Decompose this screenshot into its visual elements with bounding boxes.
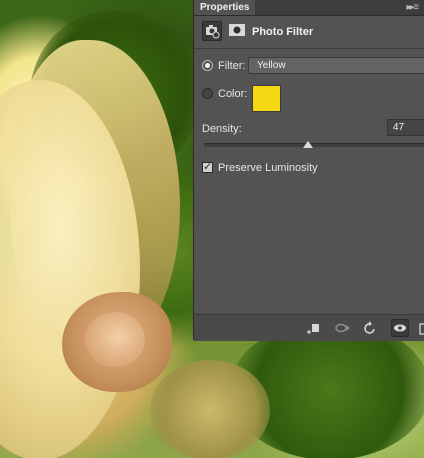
density-input[interactable]: 47 [387,119,424,136]
filter-label: Filter: [218,60,246,72]
density-label: Density: [202,123,242,135]
density-value: 47 [393,122,405,133]
filter-radio[interactable] [202,60,213,71]
color-swatch[interactable] [252,85,281,112]
properties-panel: Properties ▸▸ ≡ Photo Filter Filter: Yel… [193,0,424,341]
delete-icon[interactable] [416,319,424,337]
color-label: Color: [218,88,248,100]
foliage [150,360,270,458]
layer-mask-icon[interactable] [228,21,248,41]
panel-tab-bar: Properties ▸▸ ≡ [194,0,424,16]
panel-footer [194,314,424,341]
density-slider-thumb[interactable] [302,141,313,148]
density-slider-track[interactable] [204,143,424,147]
preserve-luminosity-checkbox[interactable] [202,160,213,173]
reset-icon[interactable] [361,319,379,337]
ear-inner [85,312,145,367]
preserve-luminosity-label: Preserve Luminosity [218,162,318,174]
panel-header: Photo Filter [194,16,424,49]
filter-select-value: Yellow [257,60,286,71]
tab-properties[interactable]: Properties [194,0,256,15]
visibility-eye-icon[interactable] [391,319,409,337]
panel-title: Photo Filter [252,26,314,38]
adjustment-camera-icon[interactable] [202,21,222,41]
panel-menu-icon[interactable]: ▸▸ ≡ [406,1,419,14]
filter-select[interactable]: Yellow [248,57,424,74]
color-radio[interactable] [202,88,213,99]
clip-to-layer-icon[interactable] [304,319,322,337]
view-previous-state-icon[interactable] [334,319,352,337]
